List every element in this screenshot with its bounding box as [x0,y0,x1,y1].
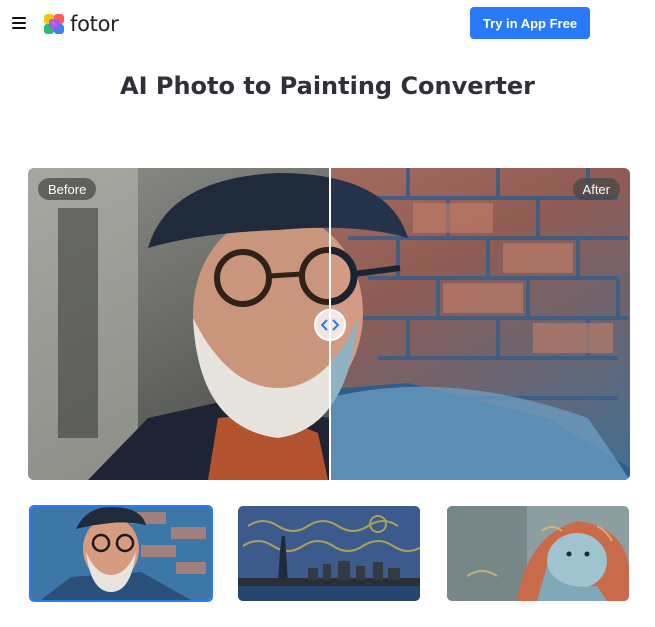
logo-text: fotor [70,12,119,36]
portrait-painting-image [31,507,211,600]
compare-arrows-icon[interactable] [314,309,346,341]
top-header: fotor Try in App Free [0,0,655,48]
lion-painting-image [447,506,629,601]
before-label: Before [38,178,97,200]
thumbnail-lion[interactable] [447,506,629,601]
thumbnail-portrait-man[interactable] [29,505,213,602]
fotor-logo[interactable]: fotor [44,11,119,37]
thumbnail-statue-of-liberty[interactable] [238,506,420,601]
try-in-app-button[interactable]: Try in App Free [470,7,590,39]
fotor-logo-icon [44,14,64,34]
starry-night-image [238,506,420,601]
before-after-compare[interactable]: Before After [28,168,630,480]
after-label: After [572,178,620,200]
page-title: AI Photo to Painting Converter [120,72,535,100]
hamburger-menu-icon[interactable] [12,17,26,29]
